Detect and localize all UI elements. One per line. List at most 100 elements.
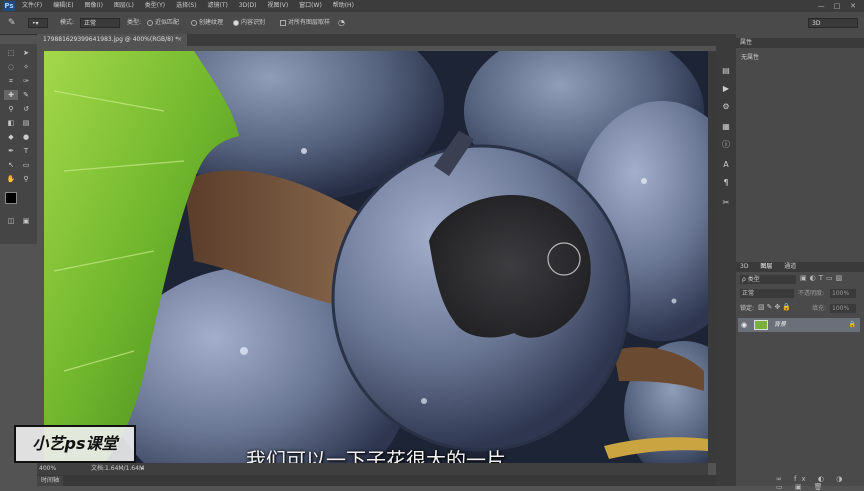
menu-list: 文件(F) 编辑(E) 图像(I) 图层(L) 类型(Y) 选择(S) 滤镜(T… <box>22 0 363 12</box>
menu-window[interactable]: 窗口(W) <box>299 2 322 9</box>
close-tab-icon[interactable]: × <box>177 34 182 46</box>
opacity-input[interactable]: 100% <box>830 289 856 298</box>
hand-tool-icon[interactable]: ✋ <box>4 174 18 184</box>
tab-3d[interactable]: 3D <box>740 263 748 270</box>
layer-thumbnail <box>754 320 768 330</box>
screen-mode-icon[interactable]: ▣ <box>19 216 33 226</box>
horizontal-scrollbar <box>37 475 720 486</box>
tab-channels[interactable]: 通道 <box>784 263 796 270</box>
document-tab-title: 179881629399641983.jpg @ 400%(RGB/8) * <box>43 36 179 43</box>
watermark-logo: 小艺ps课堂 <box>14 425 136 463</box>
menu-select[interactable]: 选择(S) <box>176 2 197 9</box>
grape-photo <box>44 51 708 463</box>
photoshop-logo: Ps <box>3 1 15 11</box>
properties-empty-text: 无属性 <box>741 54 760 61</box>
checkbox-icon <box>280 19 286 26</box>
info-panel-icon[interactable]: ⓘ <box>720 140 732 150</box>
history-panel-icon[interactable]: ▤ <box>720 66 732 76</box>
crop-tool-icon[interactable]: ⌗ <box>4 76 18 86</box>
spot-healing-brush-icon[interactable]: ✎ <box>8 12 16 34</box>
shape-tool-icon[interactable]: ▭ <box>19 160 33 170</box>
menu-type[interactable]: 类型(Y) <box>145 2 165 9</box>
layer-name: 背景 <box>774 321 787 328</box>
character-panel-icon[interactable]: A <box>720 160 732 170</box>
vertical-scrollbar[interactable] <box>708 51 716 463</box>
type-proximity-match[interactable]: 近似匹配 <box>147 12 179 34</box>
menu-filter[interactable]: 滤镜(T) <box>208 2 228 9</box>
radio-selected-icon <box>233 19 239 26</box>
type-create-texture[interactable]: 创建纹理 <box>191 12 223 34</box>
marquee-tool-icon[interactable]: ⬚ <box>4 48 18 58</box>
lock-label: 锁定: <box>740 305 755 312</box>
blur-tool-icon[interactable]: ◆ <box>4 132 18 142</box>
menu-file[interactable]: 文件(F) <box>22 2 42 9</box>
dodge-tool-icon[interactable]: ● <box>19 132 33 142</box>
properties-panel-header: 属性 <box>736 38 864 48</box>
paragraph-panel-icon[interactable]: ¶ <box>720 178 732 188</box>
actions-panel-icon[interactable]: ▶ <box>720 84 732 94</box>
close-button[interactable]: ✕ <box>846 0 860 12</box>
quick-mask-icon[interactable]: ◫ <box>4 216 18 226</box>
menu-edit[interactable]: 编辑(E) <box>53 2 73 9</box>
menu-3d[interactable]: 3D(D) <box>239 2 257 9</box>
mode-select[interactable]: 正常 <box>80 18 120 28</box>
layers-panel-footer-icons[interactable]: ∞ fx ◐ ◑ ▭ ▣ 🗑 <box>776 475 864 491</box>
history-brush-tool-icon[interactable]: ↺ <box>19 104 33 114</box>
adjustments-panel-icon[interactable]: ⚙ <box>720 102 732 112</box>
timeline-tab[interactable]: 时间轴 <box>37 476 64 486</box>
pen-tool-icon[interactable]: ✒ <box>4 146 18 156</box>
lasso-tool-icon[interactable]: ◌ <box>4 62 18 72</box>
layer-kind-filter[interactable]: ρ 类型 <box>740 275 796 284</box>
brush-tool-icon[interactable]: ✎ <box>19 90 33 100</box>
workspace-select[interactable]: 3D <box>808 18 858 28</box>
clone-stamp-tool-icon[interactable]: ⚲ <box>4 104 18 114</box>
menu-help[interactable]: 帮助(H) <box>333 2 354 9</box>
document-info: 文档:1.64M/1.64M <box>91 465 145 472</box>
eraser-tool-icon[interactable]: ◧ <box>4 118 18 128</box>
maximize-button[interactable]: □ <box>830 0 844 12</box>
fill-input[interactable]: 100% <box>830 304 856 313</box>
fill-label: 填充: <box>812 305 827 312</box>
healing-brush-tool-icon[interactable]: ✚ <box>4 90 18 100</box>
right-panels: 属性 无属性 3D 图层 通道 ρ 类型 ▣◐T▭▧ 正常 不透明度: 100%… <box>736 34 864 491</box>
zoom-level[interactable]: 400% <box>39 463 56 475</box>
type-tool-icon[interactable]: T <box>19 146 33 156</box>
gradient-tool-icon[interactable]: ▤ <box>19 118 33 128</box>
brush-size-picker[interactable]: •▾ <box>28 18 48 28</box>
quick-select-tool-icon[interactable]: ✧ <box>19 62 33 72</box>
radio-icon <box>147 19 153 26</box>
lock-icons[interactable]: ▨✎✥🔒 <box>758 303 793 311</box>
menu-view[interactable]: 视图(V) <box>267 2 288 9</box>
type-label: 类型: <box>127 19 142 26</box>
sample-all-layers-checkbox[interactable]: 对所有图层取样 <box>280 12 330 34</box>
image-canvas[interactable] <box>44 51 708 463</box>
opacity-label: 不透明度: <box>798 290 825 297</box>
type-content-aware[interactable]: 内容识别 <box>233 12 265 34</box>
minimize-button[interactable]: — <box>814 0 828 12</box>
mode-label: 模式: <box>60 19 75 26</box>
move-tool-icon[interactable]: ➤ <box>19 48 33 58</box>
layer-filter-icons[interactable]: ▣◐T▭▧ <box>800 274 845 282</box>
eyedropper-tool-icon[interactable]: ✑ <box>19 76 33 86</box>
layer-row-background[interactable]: ◉ 背景 🔒 <box>738 318 860 332</box>
properties-tab[interactable]: 属性 <box>740 39 752 46</box>
status-menu-arrow-icon[interactable]: ▸ <box>141 463 144 475</box>
swatches-panel-icon[interactable]: ▦ <box>720 122 732 132</box>
eye-icon[interactable]: ◉ <box>741 318 747 332</box>
panel-icon-strip: ▤ ▶ ⚙ ▦ ⓘ A ¶ ✂ <box>716 34 736 486</box>
radio-icon <box>191 19 197 26</box>
tab-layers[interactable]: 图层 <box>760 263 772 270</box>
tool-presets-icon[interactable]: ✂ <box>720 198 732 208</box>
blend-mode-select[interactable]: 正常 <box>740 289 794 298</box>
zoom-tool-icon[interactable]: ⚲ <box>19 174 33 184</box>
document-tabs: 179881629399641983.jpg @ 400%(RGB/8) * × <box>37 34 720 46</box>
foreground-color-swatch[interactable] <box>5 192 17 204</box>
lock-icon: 🔒 <box>848 321 856 328</box>
menu-image[interactable]: 图像(I) <box>84 2 102 9</box>
layers-panel-header: 3D 图层 通道 <box>736 262 864 272</box>
path-select-tool-icon[interactable]: ↖ <box>4 160 18 170</box>
menu-layer[interactable]: 图层(L) <box>114 2 134 9</box>
toolbox: ⬚ ➤ ◌ ✧ ⌗ ✑ ✚ ✎ ⚲ ↺ ◧ ▤ ◆ ● ✒ T ↖ ▭ ✋ ⚲ … <box>0 44 37 244</box>
document-tab[interactable]: 179881629399641983.jpg @ 400%(RGB/8) * × <box>37 34 187 46</box>
pressure-icon[interactable]: ◔ <box>338 12 345 34</box>
